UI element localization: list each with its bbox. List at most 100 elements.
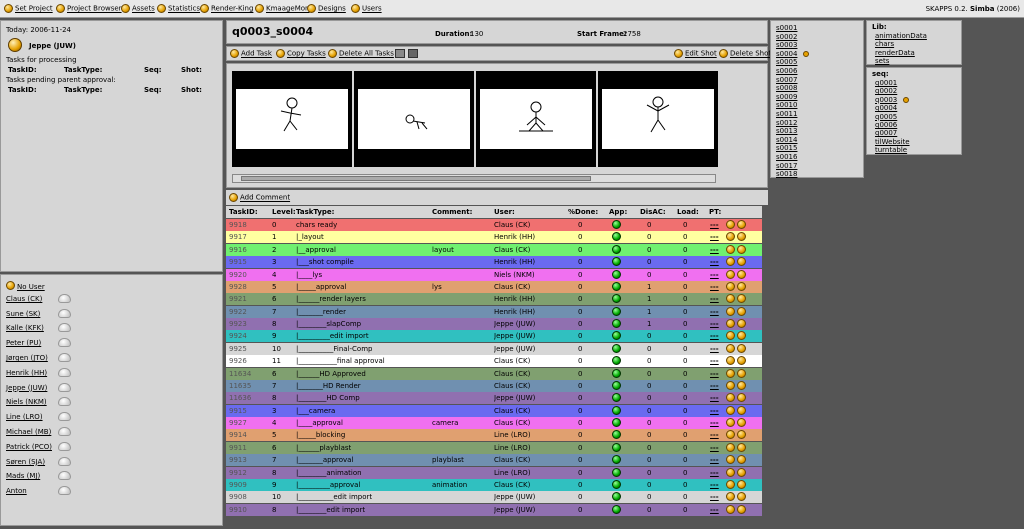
task-id[interactable]: 9917	[229, 233, 247, 241]
pt-link[interactable]: ---	[710, 419, 719, 427]
approval-status-icon[interactable]	[612, 269, 621, 279]
action-icon[interactable]	[737, 356, 746, 366]
user-row[interactable]: Sune (SK)	[6, 308, 71, 322]
pt-link[interactable]: ---	[710, 295, 719, 303]
action-icon[interactable]	[726, 356, 735, 366]
add-task-button[interactable]: Add Task	[230, 49, 272, 60]
shot-link[interactable]: s0009	[776, 93, 797, 101]
pt-link[interactable]: ---	[710, 258, 719, 266]
approval-status-icon[interactable]	[612, 331, 621, 341]
nav-kmaagemon[interactable]: KmaageMon	[255, 4, 310, 15]
nav-assets[interactable]: Assets	[121, 4, 155, 15]
nav-statistics[interactable]: Statistics	[157, 4, 200, 15]
task-id[interactable]: 11636	[229, 394, 251, 402]
shot-link[interactable]: s0018	[776, 170, 797, 178]
lib-link[interactable]: chars	[875, 40, 894, 48]
shot-link[interactable]: s0013	[776, 127, 797, 135]
approval-status-icon[interactable]	[612, 479, 621, 489]
task-id[interactable]: 9923	[229, 320, 247, 328]
approval-status-icon[interactable]	[612, 343, 621, 353]
shot-item[interactable]: s0001	[776, 24, 797, 32]
pt-link[interactable]: ---	[710, 431, 719, 439]
shot-item[interactable]: s0017	[776, 162, 797, 170]
shot-item[interactable]: s0009	[776, 93, 797, 101]
user-name[interactable]: Claus (CK)	[6, 295, 48, 303]
seq-link[interactable]: q0005	[875, 113, 897, 121]
storyboard-frame[interactable]	[232, 71, 352, 167]
seq-link[interactable]: q0006	[875, 121, 897, 129]
shot-item[interactable]: s0002	[776, 33, 797, 41]
user-row[interactable]: Claus (CK)	[6, 293, 71, 307]
shot-link[interactable]: s0006	[776, 67, 797, 75]
lib-item[interactable]: chars	[875, 40, 894, 48]
action-icon[interactable]	[726, 244, 735, 254]
action-icon[interactable]	[726, 467, 735, 477]
lib-link[interactable]: renderData	[875, 49, 915, 57]
task-id[interactable]: 9913	[229, 456, 247, 464]
task-id[interactable]: 9922	[229, 308, 247, 316]
seq-link[interactable]: turntable	[875, 146, 907, 154]
teacup-icon[interactable]	[58, 486, 71, 496]
teacup-icon[interactable]	[58, 323, 71, 333]
shot-item[interactable]: s0014	[776, 136, 797, 144]
approval-status-icon[interactable]	[612, 244, 621, 254]
seq-item[interactable]: tilWebsite	[875, 138, 910, 146]
action-icon[interactable]	[726, 380, 735, 390]
shot-item[interactable]: s0013	[776, 127, 797, 135]
pt-link[interactable]: ---	[710, 357, 719, 365]
storyboard-frame[interactable]	[476, 71, 596, 167]
action-icon[interactable]	[737, 492, 746, 502]
shot-link[interactable]: s0015	[776, 144, 797, 152]
user-row[interactable]: Anton	[6, 486, 71, 499]
user-name[interactable]: Mads (MJ)	[6, 472, 48, 480]
pt-link[interactable]: ---	[710, 271, 719, 279]
action-icon[interactable]	[726, 368, 735, 378]
approval-status-icon[interactable]	[612, 368, 621, 378]
task-id[interactable]: 9924	[229, 332, 247, 340]
shot-item[interactable]: s0008	[776, 84, 797, 92]
storyboard-frame[interactable]	[598, 71, 718, 167]
scrollbar-thumb[interactable]	[241, 176, 591, 181]
delete-all-tasks-button[interactable]: Delete All Tasks	[328, 49, 394, 60]
teacup-icon[interactable]	[58, 412, 71, 422]
action-icon[interactable]	[737, 430, 746, 440]
user-name[interactable]: Peter (PU)	[6, 339, 48, 347]
pt-link[interactable]: ---	[710, 506, 719, 514]
copy-icon[interactable]	[395, 49, 405, 58]
pt-link[interactable]: ---	[710, 221, 719, 229]
approval-status-icon[interactable]	[612, 504, 621, 514]
action-icon[interactable]	[726, 220, 735, 229]
teacup-icon[interactable]	[58, 353, 71, 362]
action-icon[interactable]	[726, 442, 735, 452]
user-row[interactable]: Patrick (PCO)	[6, 441, 71, 455]
pt-link[interactable]: ---	[710, 481, 719, 489]
lib-link[interactable]: sets	[875, 57, 889, 65]
user-row[interactable]: No User	[6, 280, 59, 292]
shot-link[interactable]: s0014	[776, 136, 797, 144]
action-icon[interactable]	[737, 504, 746, 514]
action-icon[interactable]	[737, 294, 746, 304]
nav-project-browser[interactable]: Project Browser	[56, 4, 122, 15]
user-row[interactable]: Henrik (HH)	[6, 367, 71, 381]
shot-item[interactable]: s0007	[776, 76, 797, 84]
task-id[interactable]: 9918	[229, 221, 247, 229]
approval-status-icon[interactable]	[612, 294, 621, 304]
approval-status-icon[interactable]	[612, 418, 621, 428]
user-name[interactable]: Jeppe (JUW)	[6, 384, 48, 392]
user-name[interactable]: Sune (SK)	[6, 310, 48, 318]
action-icon[interactable]	[737, 455, 746, 465]
task-id[interactable]: 9920	[229, 271, 247, 279]
shot-item[interactable]: s0006	[776, 67, 797, 75]
pt-link[interactable]: ---	[710, 345, 719, 353]
shot-item[interactable]: s0003	[776, 41, 797, 49]
user-row[interactable]: Søren (SJA)	[6, 456, 71, 470]
shot-item[interactable]: s0004	[776, 50, 810, 58]
teacup-icon[interactable]	[58, 367, 71, 377]
approval-status-icon[interactable]	[612, 319, 621, 329]
task-id[interactable]: 11635	[229, 382, 251, 390]
pt-link[interactable]: ---	[710, 246, 719, 254]
action-icon[interactable]	[737, 257, 746, 267]
lib-link[interactable]: animationData	[875, 32, 927, 40]
action-icon[interactable]	[737, 442, 746, 452]
seq-item[interactable]: turntable	[875, 146, 907, 154]
